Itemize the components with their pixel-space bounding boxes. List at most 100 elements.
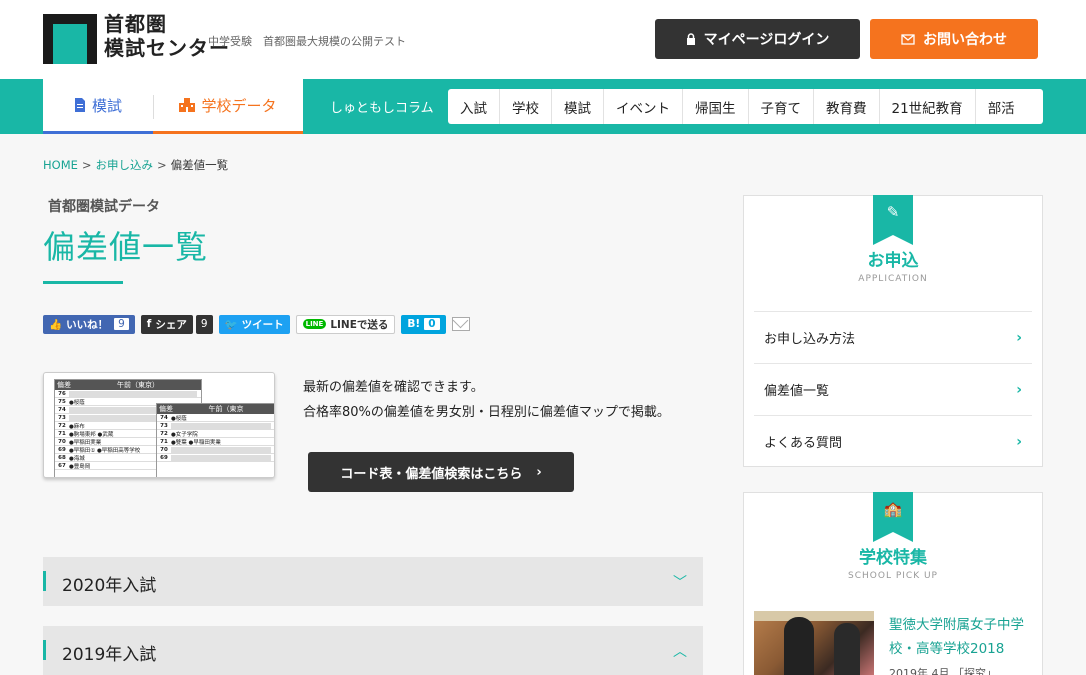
breadcrumb-sep: > xyxy=(157,158,167,172)
hatena-count: 0 xyxy=(424,318,440,330)
sidebar-pickup-en: SCHOOL PICK UP xyxy=(848,571,938,581)
mypage-login-button[interactable]: マイページログイン xyxy=(655,19,860,59)
facebook-like-button[interactable]: 👍 いいね！ 9 xyxy=(43,314,135,334)
breadcrumb-apply[interactable]: お申し込み xyxy=(96,158,154,172)
hatena-bookmark-button[interactable]: B! 0 xyxy=(401,314,446,334)
search-button-label: コード表・偏差値検索はこちら xyxy=(340,466,523,482)
thumb-head-left: 偏差 午前（東京） xyxy=(55,380,201,390)
sidebar-flag: ✎ xyxy=(873,195,913,245)
hatena-label: B! xyxy=(407,318,421,330)
twitter-bird-icon: 🐦 xyxy=(224,318,238,331)
facebook-icon: f xyxy=(146,318,152,330)
school-building-icon: 🏫 xyxy=(883,500,903,518)
school-building-icon xyxy=(179,98,196,112)
mail-share-icon[interactable] xyxy=(451,317,470,331)
accordion-2019[interactable]: 2019年入試 ︿ xyxy=(43,626,703,675)
thumb-row: 69 xyxy=(157,454,274,462)
thumb-row-number: 73 xyxy=(160,422,168,429)
sidebar-item-how-to-apply[interactable]: お申し込み方法 › xyxy=(754,311,1032,363)
column-label[interactable]: しゅともしコラム xyxy=(330,97,434,116)
like-label: いいね！ xyxy=(66,318,109,331)
contact-button[interactable]: お問い合わせ xyxy=(870,19,1038,59)
chevron-down-icon: ﹀ xyxy=(673,575,687,591)
thumb-row-text xyxy=(171,446,271,453)
thumb-row: 70 xyxy=(157,446,274,454)
column-item-kosodate[interactable]: 子育て xyxy=(747,89,814,124)
thumb-row-number: 73 xyxy=(58,414,66,421)
thumb-row-text: ●桜蔭 xyxy=(171,415,187,422)
description-line-2: 合格率80%の偏差値を男女別・日程別に偏差値マップで掲載。 xyxy=(303,405,670,420)
sidebar-apply-title: お申込 xyxy=(867,251,919,271)
chevron-up-icon: ︿ xyxy=(673,644,687,660)
thumb-row-text xyxy=(171,454,271,461)
pickup-article-title[interactable]: 聖徳大学附属女子中学校・高等学校2018 xyxy=(889,613,1039,661)
breadcrumb: HOME > お申し込み > 偏差値一覧 xyxy=(43,157,228,173)
description-line-1: 最新の偏差値を確認できます。 xyxy=(303,380,484,395)
image-student-2 xyxy=(834,623,860,675)
sidebar-item-label: お申し込み方法 xyxy=(764,332,856,347)
document-icon xyxy=(74,98,85,112)
accordion-accent-bar xyxy=(43,571,46,591)
image-shelf xyxy=(754,611,874,621)
thumb-row-number: 75 xyxy=(58,398,66,405)
column-item-21c[interactable]: 21世紀教育 xyxy=(878,89,975,124)
sidebar-pickup-card: 🏫 学校特集 SCHOOL PICK UP 聖徳大学附属女子中学校・高等学校20… xyxy=(743,492,1043,675)
column-item-kyoikuhi[interactable]: 教育費 xyxy=(813,89,879,124)
column-item-moshi[interactable]: 模試 xyxy=(551,89,603,124)
thumb-row-number: 70 xyxy=(160,446,168,453)
tweet-button[interactable]: 🐦 ツイート xyxy=(218,314,290,334)
thumb-header-right: 午前（東京 xyxy=(208,405,244,413)
thumb-row-text: ●雙葉 ●早稲田実業 xyxy=(171,439,221,446)
breadcrumb-sep: > xyxy=(81,158,92,172)
like-count: 9 xyxy=(114,318,129,330)
thumb-row-number: 71 xyxy=(58,430,66,437)
tab-school-data[interactable]: 学校データ xyxy=(153,79,303,134)
thumb-row: 74 ●桜蔭 xyxy=(157,414,274,422)
title-underline xyxy=(43,281,123,284)
site-logo[interactable] xyxy=(43,14,97,64)
page-title: 偏差値一覧 xyxy=(43,228,209,266)
thumb-row-text xyxy=(171,422,271,429)
hensachi-map-thumbnail[interactable]: 偏差 午前（東京） 76 75 ●桜蔭 74 73 72 ●麻布 71 ●駒場東邦 ●武蔵 70 ●… xyxy=(43,372,275,478)
mail-icon xyxy=(901,33,915,45)
accordion-2020[interactable]: 2020年入試 ﹀ xyxy=(43,557,703,606)
sidebar-item-hensachi-list[interactable]: 偏差値一覧 › xyxy=(754,363,1032,415)
site-header: 首都圏 模試センター 中学受験 首都圏最大規模の公開テスト マイページログイン … xyxy=(0,0,1086,79)
thumb-col-label: 偏差 xyxy=(57,381,71,389)
thumb-row-number: 67 xyxy=(58,462,66,469)
thumb-right-rows: 74 ●桜蔭 73 72 ●女子学院 71 ●雙葉 ●早稲田実業 70 69 xyxy=(157,414,274,462)
code-table-search-button[interactable]: コード表・偏差値検索はこちら › xyxy=(308,452,574,492)
main-nav: 模試 学校データ しゅともしコラム 入試 学校 模試 イベント 帰国生 子育て … xyxy=(0,79,1086,134)
column-item-bukatsu[interactable]: 部活 xyxy=(974,89,1027,124)
sidebar-application-card: ✎ お申込 APPLICATION お申し込み方法 › 偏差値一覧 › よくある… xyxy=(743,195,1043,467)
column-item-kikokusei[interactable]: 帰国生 xyxy=(682,89,748,124)
line-share-button[interactable]: LINE LINEで送る xyxy=(295,314,396,334)
breadcrumb-home[interactable]: HOME xyxy=(43,158,78,172)
image-student-1 xyxy=(784,617,814,675)
tweet-label: ツイート xyxy=(241,318,284,331)
sidebar-item-faq[interactable]: よくある質問 › xyxy=(754,415,1032,467)
breadcrumb-current: 偏差値一覧 xyxy=(170,158,229,172)
thumb-table-right: 偏差 午前（東京 74 ●桜蔭 73 72 ●女子学院 71 ●雙葉 ●早稲田実業 70 69 xyxy=(156,403,274,477)
thumb-row-text: ●女子学院 xyxy=(171,431,198,438)
accordion-label: 2019年入試 xyxy=(62,645,157,665)
tab-moshi-label: 模試 xyxy=(91,96,122,115)
column-item-nyushi[interactable]: 入試 xyxy=(448,89,499,124)
column-item-gakko[interactable]: 学校 xyxy=(499,89,551,124)
pencil-icon: ✎ xyxy=(886,203,900,221)
sidebar-apply-en: APPLICATION xyxy=(858,274,928,284)
column-item-event[interactable]: イベント xyxy=(603,89,682,124)
tab-divider xyxy=(153,95,154,119)
chevron-right-icon: › xyxy=(1016,433,1022,450)
mypage-login-label: マイページログイン xyxy=(703,32,830,48)
tab-moshi[interactable]: 模試 xyxy=(43,79,153,134)
thumb-row-number: 72 xyxy=(58,422,66,429)
pickup-article-image[interactable] xyxy=(754,611,874,675)
chevron-right-icon: › xyxy=(1016,329,1022,346)
facebook-share-button[interactable]: f シェア xyxy=(140,314,193,334)
pickup-article-sub: 2019年 4月 「探究」 ... xyxy=(889,667,1011,675)
thumb-row-number: 71 xyxy=(160,438,168,445)
chevron-right-icon: › xyxy=(1016,381,1022,398)
sidebar-flag: 🏫 xyxy=(873,492,913,542)
thumb-row: 71 ●雙葉 ●早稲田実業 xyxy=(157,438,274,446)
